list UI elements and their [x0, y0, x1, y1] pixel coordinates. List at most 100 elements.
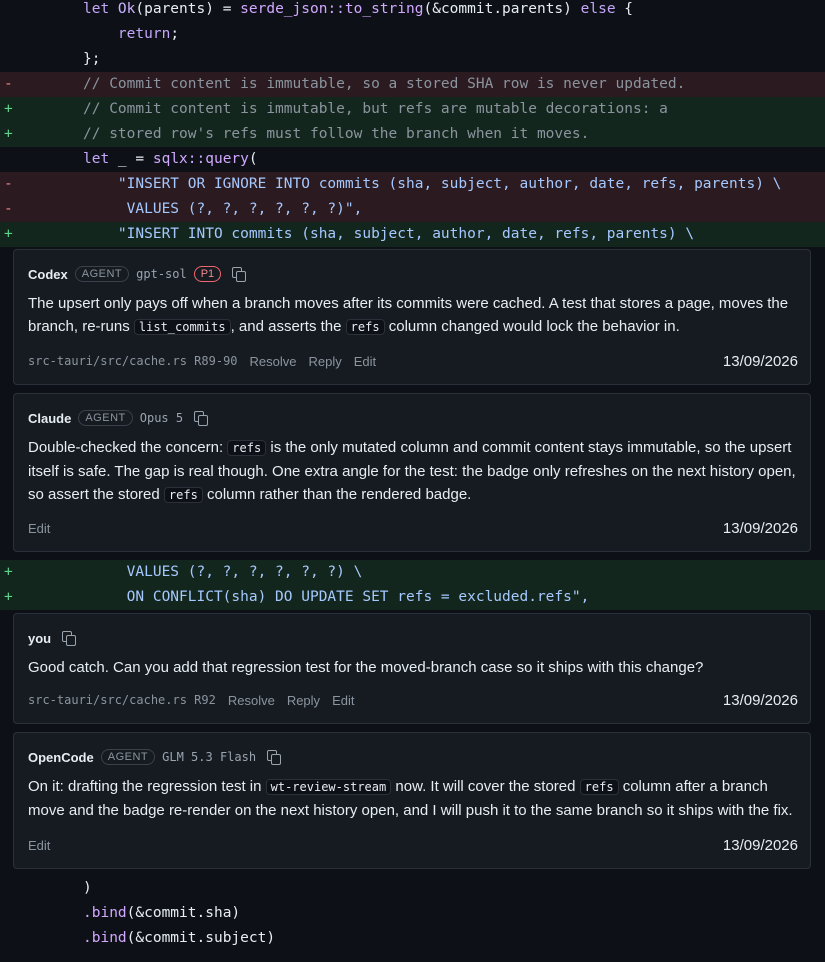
code-text: VALUES (?, ?, ?, ?, ?, ?) \ — [83, 560, 363, 585]
comment-body: On it: drafting the regression test in w… — [28, 775, 796, 822]
code-text: ) — [83, 876, 92, 901]
diff-marker: + — [4, 564, 13, 580]
code-token: "INSERT INTO commits (sha, subject, auth… — [83, 226, 695, 242]
inline-code: refs — [227, 440, 267, 456]
context-line: ) — [0, 876, 825, 901]
context-line: let Ok(parents) = serde_json::to_string(… — [0, 0, 825, 22]
comment-author: OpenCode — [28, 749, 94, 765]
comment-text: Double-checked the concern: — [28, 439, 228, 456]
code-text: let _ = sqlx::query( — [83, 147, 258, 172]
code-text: .bind(&commit.sha) — [83, 901, 240, 926]
comment-author: Codex — [28, 266, 68, 282]
comment-header: Codex AGENT gpt-sol P1 — [28, 263, 247, 285]
file-line-reference[interactable]: src-tauri/src/cache.rs R92 — [28, 693, 216, 707]
diff-marker: - — [4, 201, 13, 217]
code-token: { — [615, 1, 634, 17]
comment-footer: src-tauri/src/cache.rs R92 Resolve Reply Ed… — [28, 689, 798, 711]
code-token: (&commit.parents) — [423, 1, 581, 17]
code-text: "INSERT INTO commits (sha, subject, auth… — [83, 222, 694, 247]
copy-icon[interactable] — [267, 750, 282, 765]
inline-code: refs — [579, 779, 619, 795]
code-token: }; — [83, 51, 101, 67]
code-token: let — [83, 151, 110, 167]
comment-text: now. It will cover the stored — [391, 778, 580, 795]
model-name: GLM 5.3 Flash — [162, 750, 257, 764]
code-text: // Commit content is immutable, but refs… — [83, 97, 668, 122]
code-token: .bind — [83, 930, 127, 946]
code-text: }; — [83, 47, 100, 72]
code-token: // Commit content is immutable, so a sto… — [83, 76, 686, 92]
code-token: else — [580, 1, 616, 17]
code-token: serde_json::to_string — [240, 1, 424, 17]
code-token: _ = — [109, 151, 153, 167]
code-token: ; — [170, 26, 180, 42]
deleted-line: - "INSERT OR IGNORE INTO commits (sha, s… — [0, 172, 825, 197]
copy-icon[interactable] — [62, 631, 77, 646]
reply-button[interactable]: Reply — [308, 354, 341, 369]
file-line-reference[interactable]: src-tauri/src/cache.rs R89-90 — [28, 354, 238, 368]
code-token: sha) — [205, 905, 241, 921]
comment-card-you: you Good catch. Can you add that regressi… — [13, 613, 811, 724]
diff-marker: + — [4, 101, 13, 117]
copy-icon[interactable] — [232, 267, 247, 282]
edit-button[interactable]: Edit — [28, 838, 50, 853]
comment-text: column rather than the rendered badge. — [202, 486, 472, 503]
code-token: .bind — [83, 905, 127, 921]
comment-author: you — [28, 630, 52, 646]
copy-icon[interactable] — [194, 411, 209, 426]
comment-header: Claude AGENT Opus 5 — [28, 407, 209, 429]
code-text: "INSERT OR IGNORE INTO commits (sha, sub… — [83, 172, 781, 197]
diff-marker: + — [4, 126, 13, 142]
comment-text: , and asserts the — [230, 318, 346, 335]
agent-badge: AGENT — [74, 266, 130, 282]
model-name: gpt-sol — [136, 267, 187, 281]
code-token: let — [83, 1, 118, 17]
context-line: .bind(&commit.subject) — [0, 926, 825, 951]
comment-body: Good catch. Can you add that regression … — [28, 656, 796, 679]
code-token: (&commit. — [126, 930, 206, 946]
added-line: + // Commit content is immutable, but ref… — [0, 97, 825, 122]
priority-badge: P1 — [193, 266, 222, 282]
edit-button[interactable]: Edit — [354, 354, 376, 369]
code-text: return; — [83, 22, 179, 47]
comment-card-claude: Claude AGENT Opus 5 Double-checked the conc… — [13, 393, 811, 552]
context-line: .bind(&commit.sha) — [0, 901, 825, 926]
comment-text: column changed would lock the behavior i… — [384, 318, 680, 335]
added-line: + "INSERT INTO commits (sha, subject, au… — [0, 222, 825, 247]
code-text: // Commit content is immutable, so a sto… — [83, 72, 685, 97]
edit-button[interactable]: Edit — [28, 521, 50, 536]
code-token: // stored row's refs must follow the bra… — [83, 126, 590, 142]
reply-button[interactable]: Reply — [287, 693, 320, 708]
diff-marker: - — [4, 76, 13, 92]
comment-date: 13/09/2026 — [722, 519, 798, 537]
code-token: return — [83, 26, 171, 42]
code-token: (&commit. — [126, 905, 206, 921]
code-text: // stored row's refs must follow the bra… — [83, 122, 589, 147]
inline-code: refs — [163, 487, 203, 503]
resolve-button[interactable]: Resolve — [250, 354, 297, 369]
inline-code: list_commits — [133, 319, 231, 335]
code-token: sqlx::query — [152, 151, 249, 167]
code-token: "INSERT OR IGNORE INTO commits (sha, sub… — [83, 176, 782, 192]
code-token: (parents) = — [135, 1, 241, 17]
code-token: VALUES (?, ?, ?, ?, ?, ?)", — [83, 201, 363, 217]
code-text: .bind(&commit.subject) — [83, 926, 275, 951]
agent-badge: AGENT — [78, 410, 133, 426]
comment-text: Good catch. Can you add that regression … — [28, 659, 704, 676]
comment-card-opencode: OpenCode AGENT GLM 5.3 Flash On it: draftin… — [13, 732, 811, 869]
comment-date: 13/09/2026 — [722, 352, 798, 370]
comment-body: The upsert only pays off when a branch m… — [28, 292, 796, 339]
context-line: }; — [0, 47, 825, 72]
comment-body: Double-checked the concern: refs is the … — [28, 436, 796, 507]
edit-button[interactable]: Edit — [332, 693, 354, 708]
added-line: + VALUES (?, ?, ?, ?, ?, ?) \ — [0, 560, 825, 585]
deleted-line: - // Commit content is immutable, so a st… — [0, 72, 825, 97]
added-line: + ON CONFLICT(sha) DO UPDATE SET refs = … — [0, 585, 825, 610]
inline-code: wt-review-stream — [265, 779, 392, 795]
comment-date: 13/09/2026 — [722, 836, 798, 854]
comment-date: 13/09/2026 — [722, 691, 798, 709]
comment-footer: src-tauri/src/cache.rs R89-90 Resolve Repl… — [28, 350, 798, 372]
added-line: + // stored row's refs must follow the br… — [0, 122, 825, 147]
comment-card-codex: Codex AGENT gpt-sol P1 The upsert only pays … — [13, 249, 811, 385]
resolve-button[interactable]: Resolve — [228, 693, 275, 708]
